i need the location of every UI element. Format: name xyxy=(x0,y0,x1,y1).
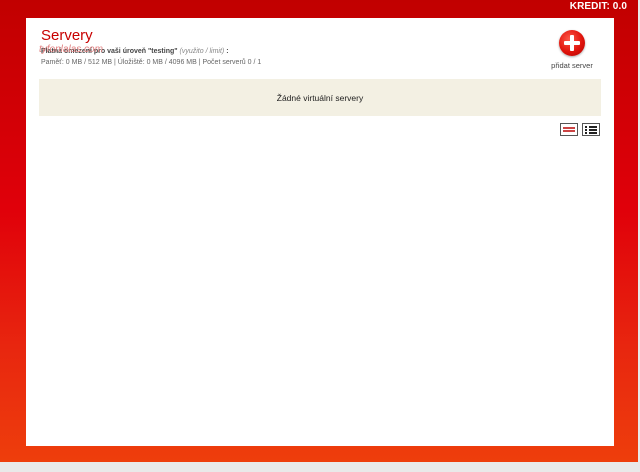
limits-heading-text: Platná omezení pro vaši úroveň "testing" xyxy=(41,48,178,55)
plus-circle-icon[interactable] xyxy=(559,30,585,56)
limits-heading: Platná omezení pro vaši úroveň "testing"… xyxy=(41,48,229,55)
empty-servers-message: Žádné virtuální servery xyxy=(39,79,601,116)
limits-hint: (využito / limit) xyxy=(179,48,225,55)
empty-servers-text: Žádné virtuální servery xyxy=(276,92,364,103)
view-toggle xyxy=(560,123,600,136)
grid-view-icon[interactable] xyxy=(560,123,578,136)
credit-balance: KREDIT: 0.0 xyxy=(569,1,627,12)
page-title: Servery xyxy=(41,27,93,44)
add-server-button[interactable]: přidat server xyxy=(542,30,602,70)
list-view-icon[interactable] xyxy=(582,123,600,136)
content-panel: Servery tyfonlalas.com Platná omezení pr… xyxy=(26,18,614,446)
add-server-label[interactable]: přidat server xyxy=(542,61,602,70)
app-frame: KREDIT: 0.0 Servery tyfonlalas.com Platn… xyxy=(0,0,638,462)
limits-colon: : xyxy=(226,48,229,55)
limits-values: Paměť: 0 MB / 512 MB | Úložiště: 0 MB / … xyxy=(41,59,262,66)
